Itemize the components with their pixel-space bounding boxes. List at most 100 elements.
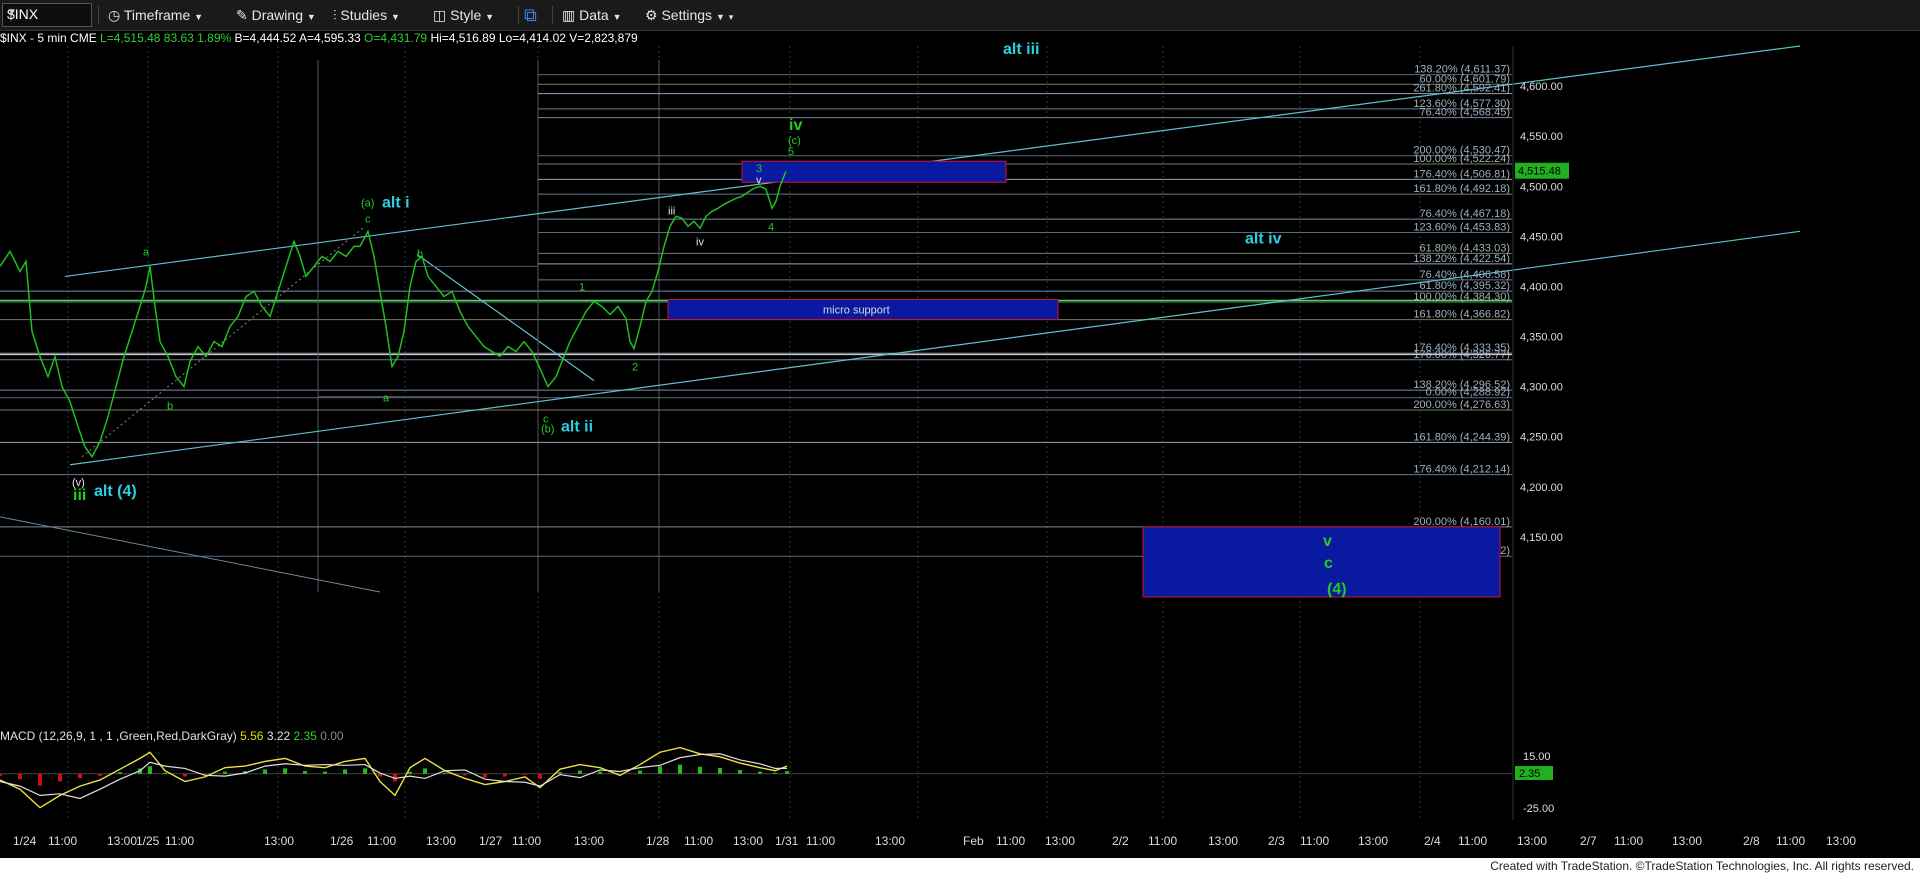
info-exchange: CME [70,31,97,45]
x-tick-label: 11:00 [684,834,713,848]
fib-level-label: 161.80% (4,244.39) [1413,431,1510,443]
pencil-icon: ✎ [236,7,248,23]
macd-value-2: 3.22 [266,729,291,743]
layout-icon[interactable]: ⧉ [524,4,537,26]
wave-label: c [365,213,371,225]
x-tick-label: 13:00 [733,834,763,848]
gear-icon: ⚙ [645,7,658,23]
macd-signal-line [0,753,787,800]
wave-4-target-box [1142,526,1501,598]
wave-label: (a) [361,197,374,209]
y-tick-label: 4,450.00 [1520,231,1563,243]
wave-label: alt i [382,194,410,211]
settings-label: Settings [661,7,713,23]
x-tick-label: 1/28 [646,834,670,848]
x-tick-label: 11:00 [1614,834,1643,848]
wave-label: v [756,174,762,186]
fib-level-label: 138.20% (4,296.52) [1413,379,1510,391]
studies-button[interactable]: ⫶ Studies ▼ [333,4,400,26]
fib-level-label: 200.00% (4,276.63) [1413,399,1510,411]
wave-label: alt iv [1245,230,1282,247]
price-line [0,170,787,459]
last-price-label: 4,515.48 [1518,166,1561,178]
fib-level-label: 261.80% (4,592.41) [1413,83,1510,95]
info-bid: B=4,444.52 [234,31,297,45]
x-tick-label: 2/4 [1424,834,1441,848]
fib-level-label: 176.40% (4,333.35) [1413,342,1510,354]
timeframe-label: Timeframe [123,7,191,23]
chevron-down-icon[interactable]: ▼ [7,7,87,18]
wave-label: alt (4) [94,483,137,500]
info-pct: 1.89% [197,31,232,45]
info-symbol: $INX - 5 min [0,31,67,45]
info-open: O=4,431.79 [364,31,428,45]
x-tick-label: 13:00 [875,834,905,848]
footer-bar: Created with TradeStation. ©TradeStation… [0,858,1920,876]
drawing-button[interactable]: ✎ Drawing ▼ [236,4,316,26]
x-tick-label: 2/8 [1743,834,1760,848]
copyright-text: Created with TradeStation. ©TradeStation… [1490,859,1914,873]
macd-legend: MACD (12,26,9, 1 , 1 ,Green,Red,DarkGray… [0,729,344,743]
wave-b-trend-line [416,253,595,382]
data-label: Data [579,7,609,23]
x-tick-label: 13:00 [1358,834,1388,848]
projection-line [81,225,366,458]
wave-label: alt ii [561,419,593,436]
data-icon: ▥ [562,7,576,23]
lower-trend-line [0,516,381,593]
symbol-info-bar: $INX - 5 min CME L=4,515.48 83.63 1.89% … [0,31,638,47]
fib-level-label: 138.20% (4,422.54) [1413,253,1510,265]
fib-level-label: 61.80% (4,395.32) [1419,280,1510,292]
fib-level-label: 200.00% (4,160.01) [1413,516,1510,528]
range-box [317,265,539,398]
fib-level-label: 123.60% (4,453.83) [1413,222,1510,234]
wave-label: (b) [541,424,554,436]
y-tick-label: 4,300.00 [1520,382,1563,394]
x-tick-label: 11:00 [996,834,1025,848]
wave-label: (v) [72,477,85,489]
chevron-down-icon: ▼ [612,12,622,22]
timeframe-button[interactable]: ◷ Timeframe ▼ [108,4,203,26]
x-tick-label: 13:00 [1517,834,1547,848]
chevron-down-icon: ▼ [485,12,495,22]
fib-level-label: 176.40% (4,506.81) [1413,168,1510,180]
chevron-down-icon: ▼ [306,12,316,22]
x-tick-label: 2/3 [1268,834,1285,848]
x-tick-label: 1/27 [479,834,503,848]
info-high: Hi=4,516.89 [430,31,496,45]
fib-level-label: 161.80% (4,492.18) [1413,183,1510,195]
data-button[interactable]: ▥ Data ▼ [562,4,622,26]
wave-label: iv [789,117,802,134]
info-last: L=4,515.48 [100,31,161,45]
x-tick-label: 11:00 [1776,834,1805,848]
toolbar: $INX ▼ ◷ Timeframe ▼ ✎ Drawing ▼ ⫶ Studi… [0,0,1920,31]
wave-label: 3 [756,163,762,175]
price-chart[interactable]: 1/24 11:00 13:001/25 11:00 13:00 1/26 11:00 13:… [0,0,1920,876]
x-tick-label: 11:00 [806,834,835,848]
x-tick-label: 13:00 [426,834,456,848]
y-tick-label: 4,150.00 [1520,532,1563,544]
symbol-input[interactable]: $INX ▼ [2,3,92,27]
channel-upper-line [64,45,1801,278]
micro-support-box [667,298,1059,321]
fib-level-label: 176.00% (4,326.77) [1413,349,1510,361]
wave-label: v [1323,533,1332,550]
x-tick-label: 1/25 [136,834,160,848]
info-ask: A=4,595.33 [298,31,361,45]
fib-level-label: 161.80% (4,366.82) [1413,309,1510,321]
chevron-down-icon: ▼ [715,12,725,22]
chevron-down-icon: ▼ [194,12,204,22]
chevron-down-icon: ▼ [390,12,400,22]
fib-level-label: 61.80% (4,433.03) [1419,242,1510,254]
settings-button[interactable]: ⚙ Settings ▼ ▾ [645,4,733,26]
wave-label: b [167,401,173,413]
style-button[interactable]: ◫ Style ▼ [433,4,494,26]
macd-value-1: 5.56 [240,729,264,743]
macd-label: MACD (12,26,9, 1 , 1 ,Green,Red,DarkGray… [0,729,237,743]
y-tick-label: 4,350.00 [1520,332,1563,344]
info-low: Lo=4,414.02 [498,31,566,45]
wave-label: iii [668,205,675,217]
y-tick-label: 4,600.00 [1520,81,1563,93]
macd-value-3: 2.35 [293,729,317,743]
macd-value-badge [1515,766,1553,780]
